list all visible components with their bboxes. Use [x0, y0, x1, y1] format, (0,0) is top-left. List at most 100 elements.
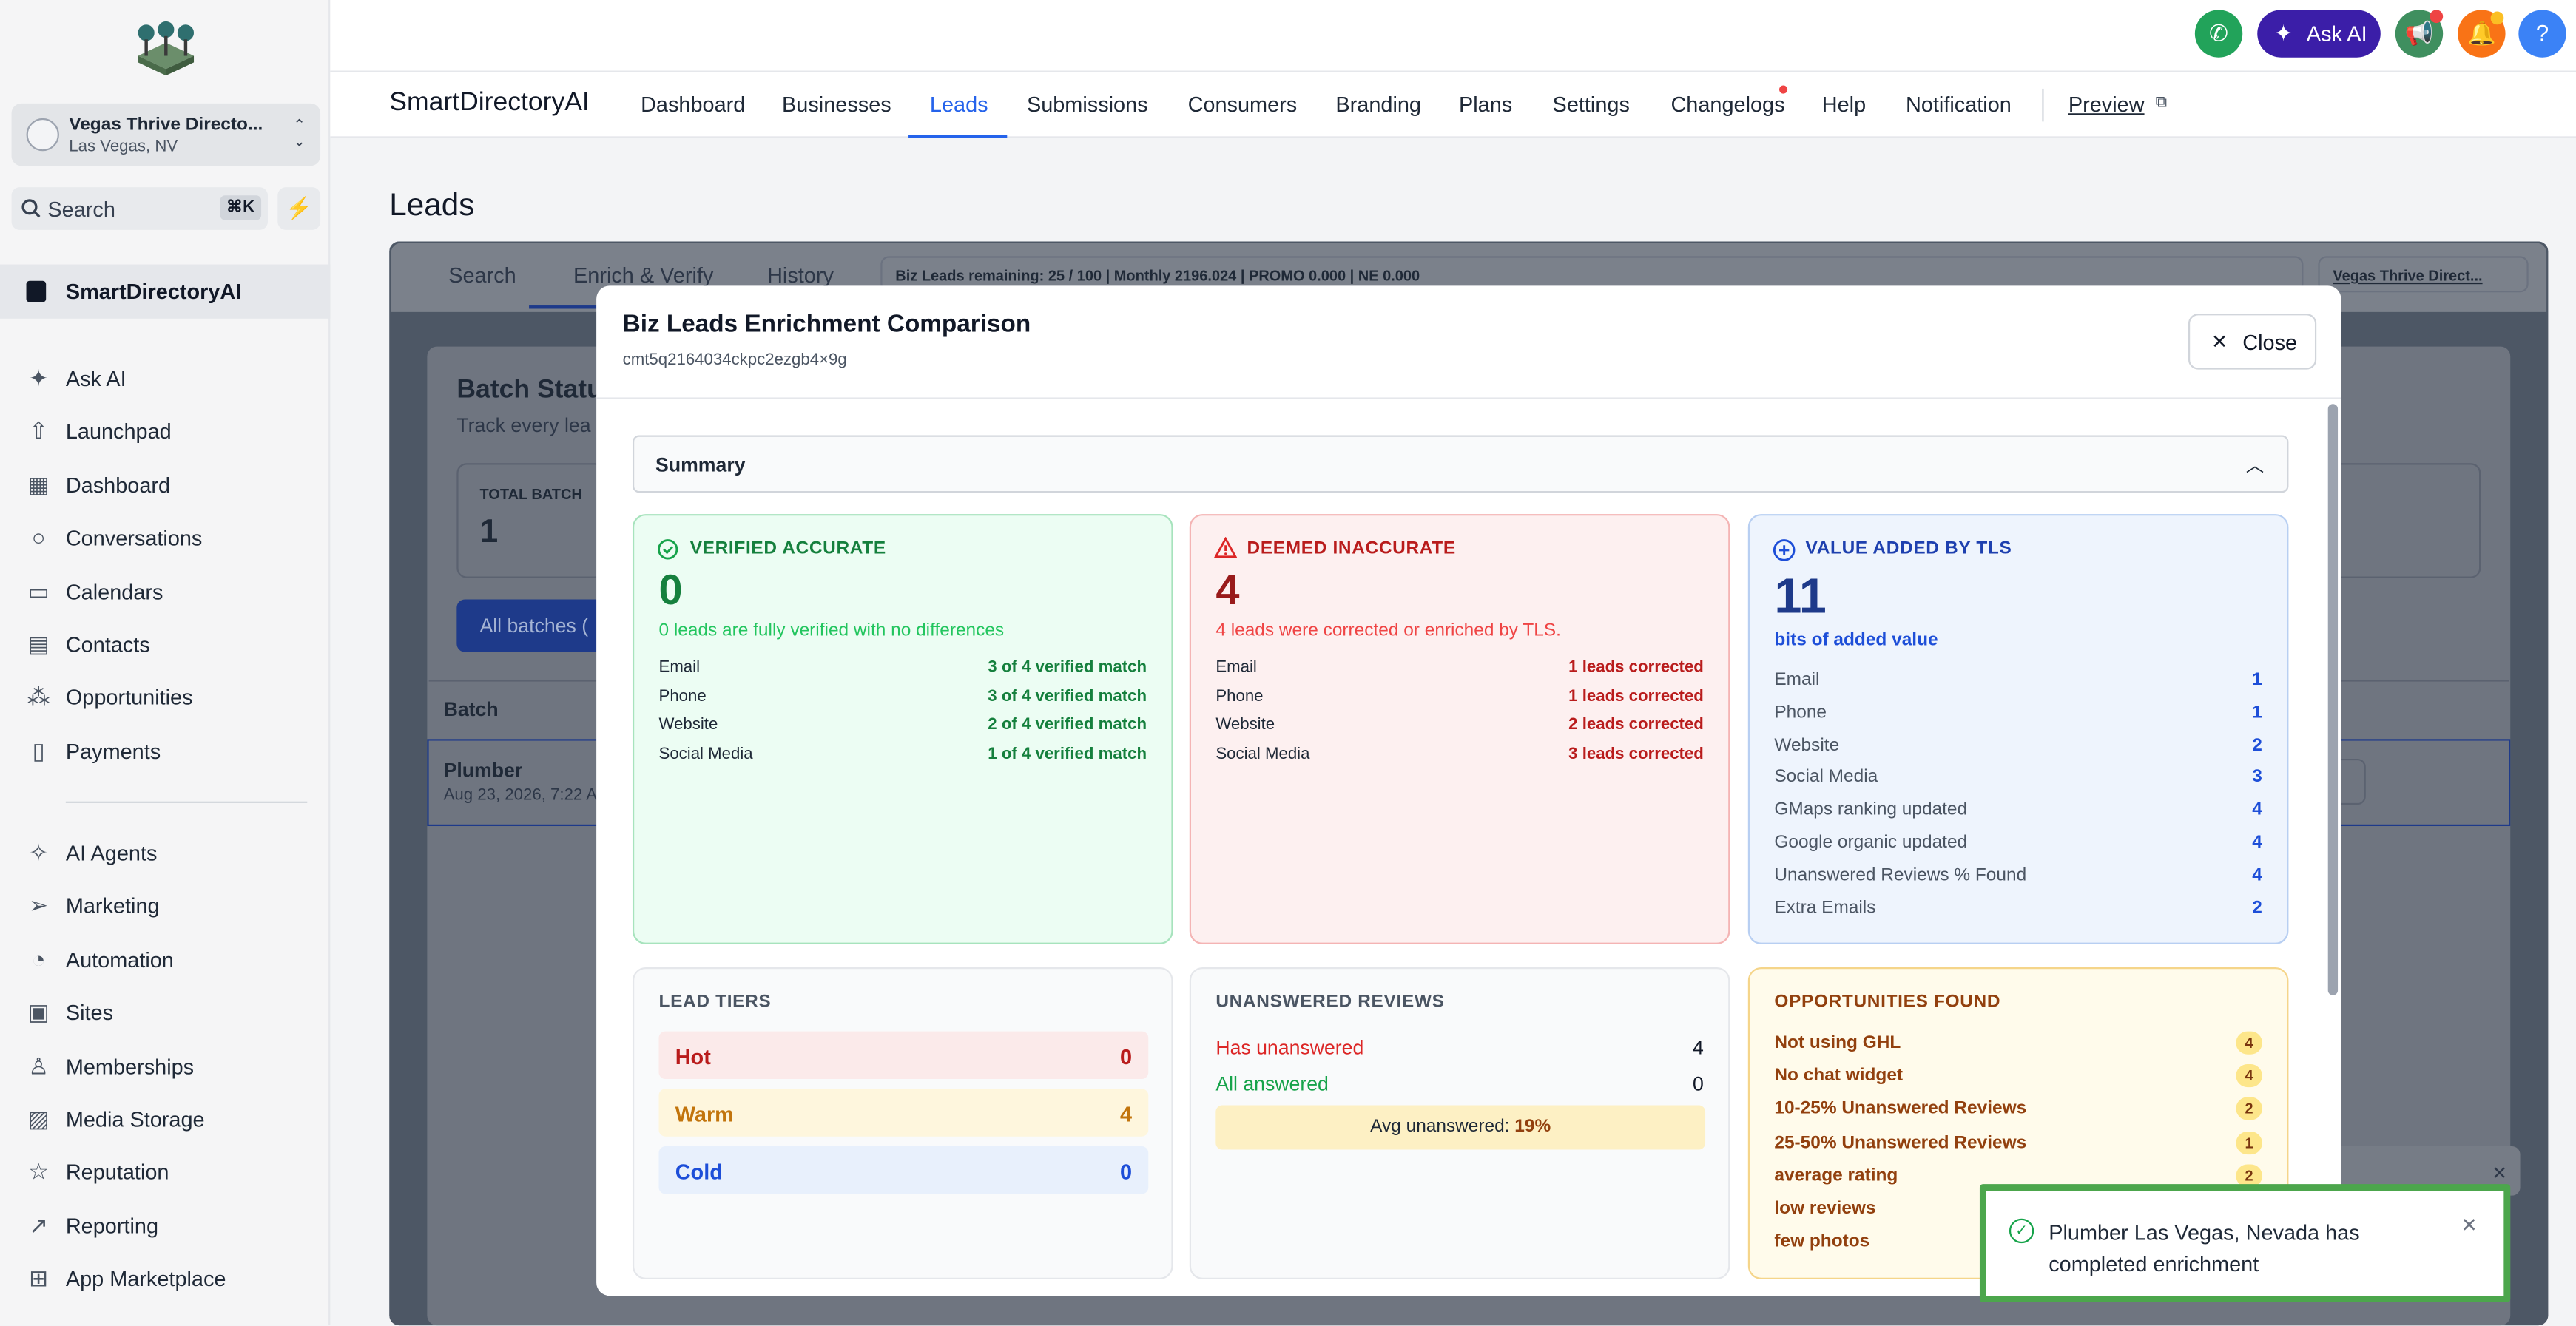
opportunity-row: No chat widget 4 — [1774, 1064, 2262, 1091]
search-shortcut: ⌘K — [220, 195, 262, 220]
tab-branding[interactable]: Branding — [1335, 92, 1421, 116]
sidebar-item-reputation[interactable]: ☆ Reputation — [0, 1149, 330, 1194]
all-answered-row: All answered 0 — [1215, 1072, 1704, 1096]
phone-icon[interactable]: ✆ — [2194, 10, 2243, 58]
sidebar-item-label: Contacts — [65, 632, 150, 657]
image-icon: ▨ — [27, 1105, 50, 1132]
sidebar-item-app-marketplace[interactable]: ⊞ App Marketplace — [0, 1255, 330, 1301]
opportunity-row: Not using GHL 4 — [1774, 1031, 2262, 1058]
sidebar-item-label: Opportunities — [65, 685, 193, 711]
unanswered-reviews-card: UNANSWERED REVIEWS Has unanswered 4 All a… — [1189, 967, 1730, 1279]
value-added-card: VALUE ADDED BY TLS 11 bits of added valu… — [1747, 514, 2289, 944]
location-link[interactable]: Vegas Thrive Direct... — [2318, 256, 2529, 293]
tab-preview[interactable]: Preview — [2068, 92, 2145, 116]
sidebar-item-conversations[interactable]: ○ Conversations — [0, 514, 330, 560]
search-button[interactable]: Search ⌘K — [11, 187, 268, 230]
help-button[interactable]: ? — [2518, 10, 2566, 58]
warning-icon — [1214, 537, 1238, 558]
stat-row: Social Media 3 leads corrected — [1215, 745, 1704, 763]
sidebar-item-media-storage[interactable]: ▨ Media Storage — [0, 1095, 330, 1141]
sidebar-item-label: Calendars — [65, 579, 163, 604]
summary-label: Summary — [655, 453, 746, 477]
tab-history[interactable]: History — [767, 263, 834, 287]
deemed-inaccurate-card: DEEMED INACCURATE 4 4 leads were correct… — [1189, 514, 1730, 944]
calendar-icon: ▭ — [27, 577, 50, 604]
stat-row: Social Media 1 of 4 verified match — [658, 745, 1147, 763]
batch-name: Plumber — [443, 758, 523, 782]
chevron-updown-icon: ⌃ ⌄ — [293, 116, 306, 150]
tab-notification[interactable]: Notification — [1906, 92, 2012, 116]
opportunities-heading: OPPORTUNITIES FOUND — [1774, 992, 2001, 1012]
tier-cold: Cold 0 — [658, 1146, 1149, 1194]
close-icon[interactable]: ✕ — [2461, 1214, 2477, 1237]
modal-id: cmt5q2164034ckpc2ezgb4×9g — [622, 351, 847, 370]
tab-changelogs[interactable]: Changelogs — [1670, 92, 1784, 116]
column-batch: Batch — [443, 697, 499, 721]
location-name: Vegas Thrive Directo... — [69, 115, 263, 135]
sparkle-icon: ✦ — [29, 364, 49, 391]
stat-row: Social Media 3 — [1774, 767, 2262, 788]
summary-toggle[interactable]: Summary ︿ — [632, 435, 2289, 493]
tab-businesses[interactable]: Businesses — [782, 92, 891, 116]
sidebar-item-label: Reporting — [65, 1213, 159, 1238]
avatar — [26, 118, 59, 152]
sidebar-item-ask-ai[interactable]: ✦ Ask AI — [0, 355, 330, 401]
opportunity-row: 10-25% Unanswered Reviews 2 — [1774, 1097, 2262, 1124]
tab-consumers[interactable]: Consumers — [1188, 92, 1298, 116]
nav-divider — [2042, 88, 2044, 122]
search-label: Search — [47, 197, 115, 222]
brand-title: SmartDirectoryAI — [389, 88, 590, 117]
sidebar-item-automation[interactable]: ◔ Automation — [0, 936, 330, 981]
inaccurate-value: 4 — [1215, 564, 1240, 615]
location-switcher[interactable]: Vegas Thrive Directo... Las Vegas, NV ⌃ ⌄ — [11, 103, 321, 166]
tab-enrich-verify[interactable]: Enrich & Verify — [573, 263, 713, 287]
sidebar-item-payments[interactable]: ▯ Payments — [0, 727, 330, 773]
tab-help[interactable]: Help — [1822, 92, 1866, 116]
stat-row: Phone 3 of 4 verified match — [658, 687, 1147, 706]
total-batches-label: TOTAL BATCH — [479, 486, 582, 503]
sidebar-item-contacts[interactable]: ▤ Contacts — [0, 620, 330, 666]
verified-subtitle: 0 leads are fully verified with no diffe… — [658, 620, 1005, 641]
batch-date: Aug 23, 2026, 7:22 A — [443, 786, 598, 805]
check-circle-icon — [658, 539, 678, 560]
sidebar-item-sites[interactable]: ▣ Sites — [0, 989, 330, 1035]
unanswered-heading: UNANSWERED REVIEWS — [1215, 992, 1445, 1012]
sidebar-item-label: App Marketplace — [65, 1266, 226, 1291]
verified-accurate-card: VERIFIED ACCURATE 0 0 leads are fully ve… — [632, 514, 1173, 944]
send-icon: ➢ — [29, 892, 49, 919]
tab-dashboard[interactable]: Dashboard — [641, 92, 745, 116]
bolt-icon[interactable]: ⚡ — [277, 187, 321, 230]
tab-settings[interactable]: Settings — [1553, 92, 1630, 116]
opportunities-icon: ⁂ — [27, 683, 50, 711]
logo-icon — [138, 21, 195, 76]
stat-row: Website 2 — [1774, 734, 2262, 755]
sidebar-item-label: Dashboard — [65, 473, 171, 498]
modal-divider — [596, 397, 2341, 399]
sidebar-item-marketing[interactable]: ➢ Marketing — [0, 882, 330, 928]
tab-plans[interactable]: Plans — [1459, 92, 1512, 116]
batch-subtitle: Track every lea — [456, 413, 591, 437]
sidebar-item-launchpad[interactable]: ⇧ Launchpad — [0, 408, 330, 454]
stat-row: Phone 1 leads corrected — [1215, 687, 1704, 706]
tier-hot: Hot 0 — [658, 1031, 1149, 1079]
sidebar-item-calendars[interactable]: ▭ Calendars — [0, 567, 330, 613]
all-batches-button[interactable]: All batches ( — [456, 599, 605, 652]
chevron-up-icon: ︿ — [2245, 456, 2265, 477]
total-batches-card — [456, 463, 605, 578]
tab-submissions[interactable]: Submissions — [1027, 92, 1148, 116]
sidebar-item-label: Memberships — [65, 1053, 195, 1079]
sidebar-item-opportunities[interactable]: ⁂ Opportunities — [0, 674, 330, 720]
sidebar-item-ai-agents[interactable]: ✧ AI Agents — [0, 829, 330, 875]
close-button[interactable]: Close — [2188, 314, 2317, 370]
sidebar-item-label: Conversations — [65, 526, 203, 551]
tab-search[interactable]: Search — [448, 263, 516, 287]
inaccurate-subtitle: 4 leads were corrected or enriched by TL… — [1215, 620, 1561, 641]
tab-leads[interactable]: Leads — [930, 92, 988, 116]
sidebar-item-smartdirectoryai[interactable]: SmartDirectoryAI — [0, 264, 331, 319]
sidebar-item-label: SmartDirectoryAI — [65, 279, 242, 304]
sidebar-item-dashboard[interactable]: ▦ Dashboard — [0, 461, 330, 507]
sidebar-item-memberships[interactable]: ♙ Memberships — [0, 1042, 330, 1088]
scrollbar-thumb[interactable] — [2327, 404, 2339, 995]
sidebar-item-reporting[interactable]: ↗ Reporting — [0, 1202, 330, 1248]
ask-ai-button[interactable]: Ask AI — [2257, 10, 2381, 58]
